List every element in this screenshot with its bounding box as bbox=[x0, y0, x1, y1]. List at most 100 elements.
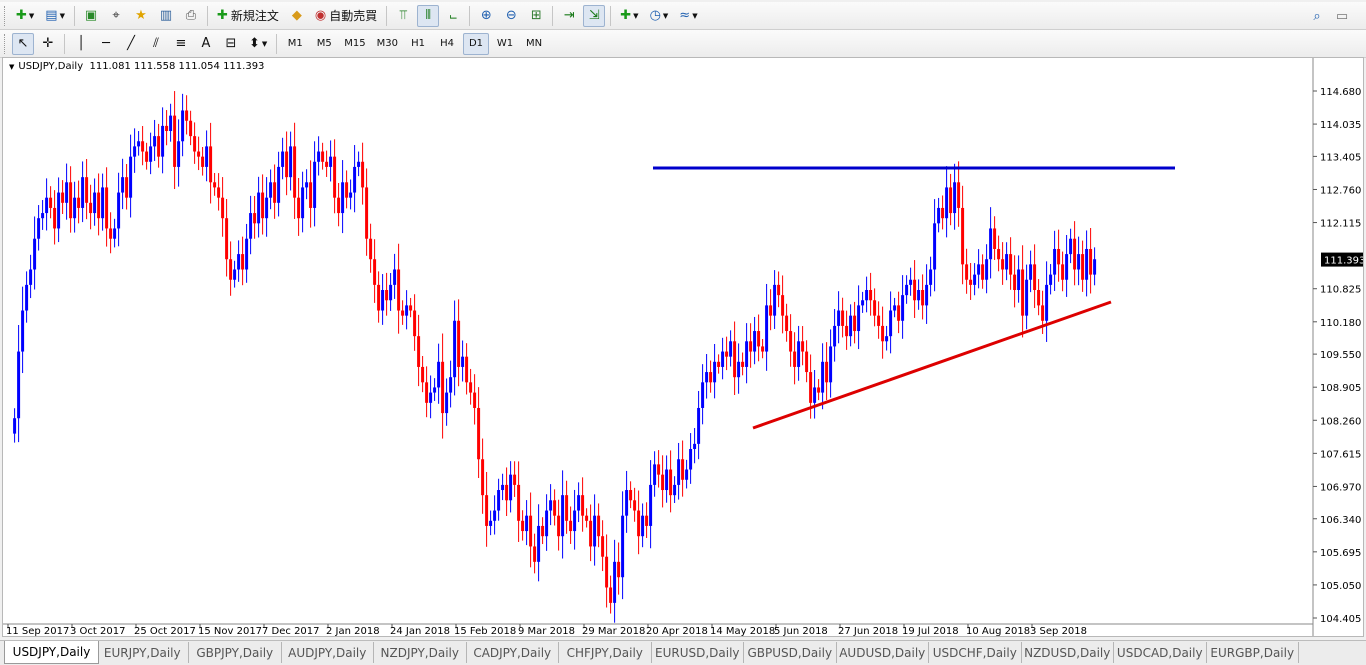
timeframe-h1-button[interactable]: H1 bbox=[405, 33, 431, 55]
market-watch-icon[interactable]: ▣ bbox=[80, 5, 102, 27]
tab-eurusd-daily[interactable]: EURUSD,Daily bbox=[652, 642, 744, 663]
toolbar-grip[interactable] bbox=[4, 5, 8, 26]
time-tick-label: 3 Sep 2018 bbox=[1030, 626, 1087, 636]
tab-eurgbp-daily[interactable]: EURGBP,Daily bbox=[1207, 642, 1299, 663]
tab-nzdjpy-daily[interactable]: NZDJPY,Daily bbox=[374, 642, 467, 663]
text-label-icon[interactable]: ⊟ bbox=[220, 33, 242, 55]
profiles-icon[interactable]: ▤ ▼ bbox=[41, 5, 69, 27]
candle-body bbox=[465, 356, 469, 383]
tab-usdchf-daily[interactable]: USDCHF,Daily bbox=[929, 642, 1022, 663]
price-tick-label: 108.905 bbox=[1320, 383, 1361, 394]
line-chart-icon[interactable]: ⨽ bbox=[442, 5, 464, 27]
arrows-icon[interactable]: ⬍ ▼ bbox=[245, 33, 271, 55]
chart-window[interactable]: 114.680 114.035 113.405 112.760 112.115 110.8… bbox=[2, 57, 1364, 637]
auto-scroll-icon[interactable]: ⇲ bbox=[583, 4, 606, 27]
price-tick-label: 109.550 bbox=[1320, 350, 1361, 361]
candle-body bbox=[701, 382, 705, 408]
candle-body bbox=[881, 325, 885, 342]
crosshair-icon[interactable]: ✛ bbox=[37, 33, 59, 55]
tab-nzdusd-daily[interactable]: NZDUSD,Daily bbox=[1022, 642, 1114, 663]
new-chart-icon[interactable]: ✚ ▼ bbox=[12, 5, 38, 27]
timeframe-w1-button[interactable]: W1 bbox=[492, 33, 518, 55]
metaeditor-icon[interactable]: ◆ bbox=[286, 5, 308, 27]
candle-body bbox=[825, 361, 829, 383]
vertical-line-icon[interactable]: │ bbox=[70, 33, 92, 55]
candle-body bbox=[517, 484, 521, 521]
candle-body bbox=[221, 197, 225, 219]
bar-chart-icon[interactable]: ⫪ bbox=[392, 5, 414, 27]
candle-body bbox=[705, 372, 709, 383]
timeframe-m30-button[interactable]: M30 bbox=[373, 33, 402, 55]
favorites-star-icon[interactable]: ★ bbox=[130, 5, 152, 27]
price-tick-label: 105.695 bbox=[1320, 548, 1361, 559]
chart-shift-icon[interactable]: ⇥ bbox=[558, 5, 580, 27]
candle-body bbox=[189, 120, 193, 137]
candle-body bbox=[1033, 264, 1037, 291]
candle-body bbox=[1045, 284, 1049, 321]
auto-trade-button[interactable]: ◉ 自動売買 bbox=[311, 5, 381, 27]
timeframe-h4-button[interactable]: H4 bbox=[434, 33, 460, 55]
fibonacci-icon[interactable]: ≡ bbox=[170, 33, 192, 55]
candle-body bbox=[37, 218, 41, 239]
tab-gbpjpy-daily[interactable]: GBPJPY,Daily bbox=[189, 642, 282, 663]
strategy-tester-icon[interactable]: ⎙ bbox=[180, 5, 202, 27]
search-icon[interactable]: ⌕ bbox=[1306, 5, 1328, 27]
new-order-button[interactable]: ✚ 新規注文 bbox=[213, 5, 283, 27]
toolbar-grip[interactable] bbox=[4, 33, 8, 54]
indicators-icon[interactable]: ✚ ▼ bbox=[616, 5, 642, 27]
horizontal-line-icon[interactable]: ─ bbox=[95, 33, 117, 55]
candle-body bbox=[989, 228, 993, 260]
crosshair-navigator-icon[interactable]: ⌖ bbox=[105, 5, 127, 27]
candlestick-chart-icon[interactable]: ⫴ bbox=[417, 4, 440, 27]
candle-body bbox=[33, 238, 37, 270]
candle-body bbox=[869, 290, 873, 301]
candle-body bbox=[405, 305, 409, 316]
timeframe-mn-button[interactable]: MN bbox=[521, 33, 547, 55]
candle-body bbox=[289, 146, 293, 178]
new-order-label: 新規注文 bbox=[230, 9, 279, 23]
tab-audjpy-daily[interactable]: AUDJPY,Daily bbox=[282, 642, 374, 663]
chat-icon[interactable]: ▭ bbox=[1331, 5, 1353, 27]
candle-body bbox=[333, 156, 337, 198]
trendline-icon[interactable]: ╱ bbox=[120, 33, 142, 55]
templates-icon[interactable]: ≈ ▼ bbox=[675, 5, 701, 27]
tile-windows-icon[interactable]: ⊞ bbox=[525, 5, 547, 27]
price-tick-label: 113.405 bbox=[1320, 152, 1361, 163]
candle-body bbox=[837, 310, 841, 326]
text-tool-button[interactable]: A bbox=[195, 33, 217, 55]
periods-clock-icon[interactable]: ◷ ▼ bbox=[646, 5, 673, 27]
tab-gbpusd-daily[interactable]: GBPUSD,Daily bbox=[744, 642, 837, 663]
candle-body bbox=[81, 177, 85, 208]
candle-body bbox=[545, 510, 549, 537]
zoom-out-icon[interactable]: ⊖ bbox=[500, 5, 522, 27]
tab-chfjpy-daily[interactable]: CHFJPY,Daily bbox=[559, 642, 652, 663]
candle-body bbox=[53, 207, 57, 229]
candle-body bbox=[573, 510, 577, 532]
collapse-triangle-icon[interactable]: ▼ bbox=[9, 63, 14, 71]
price-chart[interactable]: 114.680 114.035 113.405 112.760 112.115 110.8… bbox=[3, 58, 1363, 636]
timeframe-d1-button[interactable]: D1 bbox=[463, 32, 490, 55]
tab-usdcad-daily[interactable]: USDCAD,Daily bbox=[1114, 642, 1207, 663]
candle-body bbox=[449, 377, 453, 393]
candle-body bbox=[653, 464, 657, 485]
candle-body bbox=[1049, 274, 1053, 285]
candle-body bbox=[369, 238, 373, 260]
equidistant-channel-icon[interactable]: ⫽ bbox=[145, 33, 167, 55]
timeframe-m15-button[interactable]: M15 bbox=[340, 33, 369, 55]
zoom-in-icon[interactable]: ⊕ bbox=[475, 5, 497, 27]
timeframe-m1-button[interactable]: M1 bbox=[282, 33, 308, 55]
timeframe-m5-button[interactable]: M5 bbox=[311, 33, 337, 55]
tab-audusd-daily[interactable]: AUDUSD,Daily bbox=[837, 642, 929, 663]
cursor-icon[interactable]: ↖ bbox=[12, 32, 34, 55]
tab-usdjpy-daily[interactable]: USDJPY,Daily bbox=[4, 641, 99, 664]
tab-cadjpy-daily[interactable]: CADJPY,Daily bbox=[467, 642, 559, 663]
tab-eurjpy-daily[interactable]: EURJPY,Daily bbox=[97, 642, 189, 663]
candle-body bbox=[153, 136, 157, 147]
candle-body bbox=[501, 484, 505, 491]
candle-body bbox=[829, 346, 833, 383]
candle-body bbox=[321, 151, 325, 162]
candle-body bbox=[261, 192, 265, 219]
terminal-icon[interactable]: ▥ bbox=[155, 5, 177, 27]
chart-tabs: USDJPY,Daily EURJPY,Daily GBPJPY,Daily AUDJ… bbox=[0, 640, 1366, 665]
candle-body bbox=[357, 161, 361, 167]
